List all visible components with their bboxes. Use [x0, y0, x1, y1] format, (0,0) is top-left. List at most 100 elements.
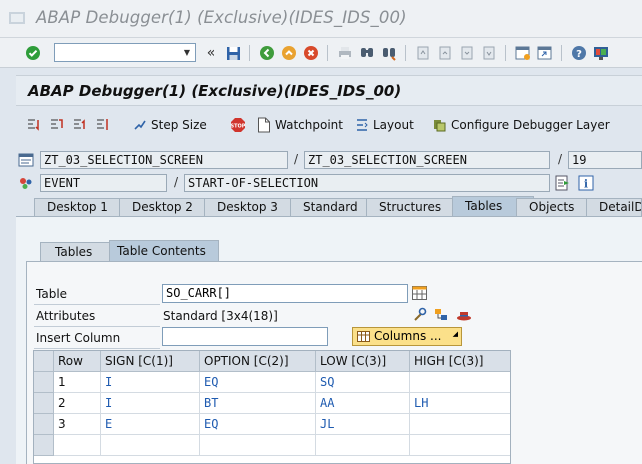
table-icon[interactable] [412, 286, 427, 300]
customize-layout-icon[interactable] [592, 44, 610, 62]
info-icon[interactable]: i [578, 175, 594, 191]
toolbar-separator [249, 45, 250, 61]
table-cell-sign[interactable]: I [101, 372, 200, 393]
cancel-icon[interactable] [302, 44, 320, 62]
enter-icon[interactable] [24, 44, 42, 62]
execute-button[interactable] [49, 116, 68, 134]
standard-toolbar: ▼ « ? [0, 38, 642, 68]
table-cell-low[interactable]: JL [316, 414, 410, 435]
toolbar-separator [405, 45, 406, 61]
navigate-to-source-icon[interactable] [555, 175, 571, 191]
wrench-icon[interactable] [412, 307, 427, 322]
command-field[interactable]: ▼ [54, 43, 196, 62]
continue-button[interactable] [95, 116, 114, 134]
services-icon[interactable] [434, 307, 449, 322]
row-selector[interactable] [34, 372, 54, 393]
column-header-high[interactable]: HIGH [C(3)] [410, 351, 510, 372]
event-name-field[interactable]: START-OF-SELECTION [184, 174, 550, 192]
chevron-down-icon[interactable]: ▼ [179, 44, 195, 61]
svg-text:i: i [584, 178, 588, 191]
attributes-value: Standard [3x4(18)] [163, 309, 278, 323]
row-selector[interactable] [34, 435, 54, 456]
columns-button[interactable]: Columns ... ◢ [352, 327, 462, 346]
stop-button[interactable]: STOP [230, 116, 249, 134]
return-icon [72, 117, 88, 133]
exit-icon[interactable] [280, 44, 298, 62]
program-icon [18, 153, 34, 167]
dropdown-corner-icon: ◢ [452, 330, 458, 338]
layout-icon [354, 117, 370, 133]
toolbar-separator [327, 45, 328, 61]
column-header-sign[interactable]: SIGN [C(1)] [101, 351, 200, 372]
return-button[interactable] [72, 116, 91, 134]
shortcut-icon[interactable] [536, 44, 554, 62]
table-cell-option[interactable]: EQ [200, 372, 316, 393]
watchpoint-label: Watchpoint [275, 118, 343, 132]
include-program-field[interactable]: ZT_03_SELECTION_SCREEN [304, 151, 550, 169]
subtab-table-contents[interactable]: Table Contents [109, 240, 219, 262]
table-cell-high[interactable] [410, 372, 510, 393]
table-cell-row: 1 [54, 372, 101, 393]
last-page-icon[interactable] [480, 44, 498, 62]
table-cell-sign[interactable]: E [101, 414, 200, 435]
table-cell-row: 3 [54, 414, 101, 435]
event-type-field[interactable]: EVENT [40, 174, 167, 192]
table-name-input[interactable]: SO_CARR[] [162, 284, 408, 303]
hat-icon[interactable] [456, 307, 472, 322]
table-cell-row: 2 [54, 393, 101, 414]
chevron-left-icon[interactable]: « [202, 44, 220, 62]
table-cell-empty [54, 435, 101, 456]
next-page-icon[interactable] [458, 44, 476, 62]
table-cell-empty [101, 435, 200, 456]
single-step-button[interactable] [26, 116, 45, 134]
separator-slash: / [174, 175, 179, 189]
table-cell-option[interactable]: EQ [200, 414, 316, 435]
previous-page-icon[interactable] [436, 44, 454, 62]
tab-detail-display[interactable]: DetailDis [586, 198, 642, 217]
label-underline [34, 348, 160, 349]
line-number-field[interactable]: 19 [568, 151, 642, 169]
table-cell-high[interactable]: LH [410, 393, 510, 414]
attributes-label: Attributes [36, 309, 96, 323]
toolbar-separator [505, 45, 506, 61]
column-header-low[interactable]: LOW [C(3)] [316, 351, 410, 372]
execute-icon [49, 117, 65, 133]
configure-debugger-layer-button[interactable]: Configure Debugger Layer [432, 116, 610, 134]
table-cell-low[interactable]: SQ [316, 372, 410, 393]
watchpoint-button[interactable]: Watchpoint [256, 116, 343, 134]
screen-title-bar: ABAP Debugger(1) (Exclusive)(IDES_IDS_00… [16, 75, 642, 106]
window-title-bar: ABAP Debugger(1) (Exclusive)(IDES_IDS_00… [0, 0, 642, 38]
step-size-button[interactable]: Step Size [132, 116, 207, 134]
select-all-cell[interactable] [34, 351, 54, 372]
row-selector[interactable] [34, 414, 54, 435]
print-icon[interactable] [336, 44, 354, 62]
columns-button-label: Columns ... [374, 329, 442, 343]
debugger-tab-strip: Desktop 1 Desktop 2 Desktop 3 Standard S… [16, 196, 642, 217]
help-icon[interactable]: ? [570, 44, 588, 62]
save-icon[interactable] [224, 44, 242, 62]
label-underline [34, 304, 160, 305]
table-cell-empty [316, 435, 410, 456]
insert-column-input[interactable] [162, 327, 328, 346]
main-program-field[interactable]: ZT_03_SELECTION_SCREEN [40, 151, 288, 169]
table-cell-empty [410, 435, 510, 456]
table-cell-high[interactable] [410, 414, 510, 435]
insert-column-label: Insert Column [36, 331, 121, 345]
new-session-icon[interactable] [514, 44, 532, 62]
column-header-option[interactable]: OPTION [C(2)] [200, 351, 316, 372]
table-cell-option[interactable]: BT [200, 393, 316, 414]
find-next-icon[interactable] [380, 44, 398, 62]
layout-button[interactable]: Layout [354, 116, 414, 134]
first-page-icon[interactable] [414, 44, 432, 62]
find-icon[interactable] [358, 44, 376, 62]
table-cell-empty [200, 435, 316, 456]
separator-slash: / [558, 152, 563, 166]
document-icon [256, 117, 272, 133]
column-header-row[interactable]: Row [54, 351, 101, 372]
table-cell-sign[interactable]: I [101, 393, 200, 414]
row-selector[interactable] [34, 393, 54, 414]
table-cell-low[interactable]: AA [316, 393, 410, 414]
back-icon[interactable] [258, 44, 276, 62]
toolbar-separator [561, 45, 562, 61]
table-contents-grid: Row SIGN [C(1)] OPTION [C(2)] LOW [C(3)]… [33, 350, 511, 464]
